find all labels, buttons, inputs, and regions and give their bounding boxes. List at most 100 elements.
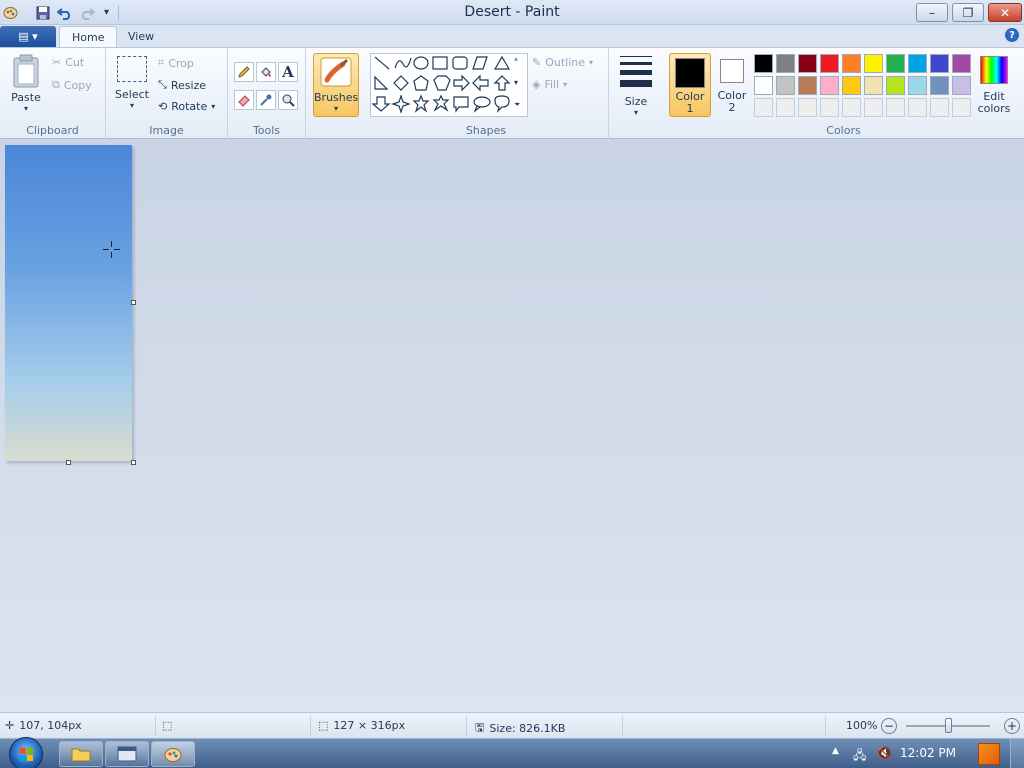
tools-group-label: Tools <box>252 124 281 137</box>
status-separator <box>622 716 623 736</box>
paste-icon <box>13 54 39 88</box>
color-swatch[interactable] <box>776 54 795 73</box>
image-group: Select ▾ ⌗ Crop ⤡ Resize ⟲ Rotate ▾ Imag… <box>106 48 228 140</box>
color-swatch[interactable] <box>952 76 971 95</box>
color-swatch[interactable] <box>864 54 883 73</box>
size-button[interactable]: Size ▾ <box>617 56 655 117</box>
color-swatch[interactable] <box>908 54 927 73</box>
outline-label: Outline <box>545 56 586 69</box>
color-swatch[interactable] <box>842 98 861 117</box>
color-swatch[interactable] <box>886 98 905 117</box>
tray-app-icon[interactable] <box>978 743 1000 765</box>
brushes-label: Brushes <box>314 91 359 104</box>
color-swatch[interactable] <box>798 54 817 73</box>
tab-view[interactable]: View <box>116 26 166 47</box>
color-swatch[interactable] <box>754 76 773 95</box>
color-swatch[interactable] <box>842 54 861 73</box>
resize-handle-bottom[interactable] <box>66 460 71 465</box>
color-swatch[interactable] <box>798 98 817 117</box>
rotate-dropdown-icon: ▾ <box>211 102 216 111</box>
ribbon-tab-row: ▤ ▾ Home View ? <box>0 25 1024 47</box>
color-swatch[interactable] <box>776 98 795 117</box>
restore-button[interactable]: ❐ <box>952 3 984 22</box>
color-swatch[interactable] <box>842 76 861 95</box>
volume-muted-icon[interactable]: 🔇 <box>877 746 892 760</box>
color-swatch[interactable] <box>820 76 839 95</box>
color-swatch[interactable] <box>820 54 839 73</box>
rotate-button[interactable]: ⟲ Rotate ▾ <box>158 100 215 113</box>
outline-button: ✎ Outline ▾ <box>532 56 593 69</box>
size-group: Size ▾ <box>609 48 663 140</box>
color-swatch[interactable] <box>886 54 905 73</box>
color-swatch[interactable] <box>820 98 839 117</box>
image-canvas[interactable] <box>5 145 132 461</box>
color-swatch[interactable] <box>864 76 883 95</box>
color-swatch[interactable] <box>754 54 773 73</box>
paste-dropdown-icon[interactable]: ▾ <box>6 104 46 113</box>
color-picker-icon[interactable] <box>256 90 276 110</box>
size-dropdown-icon: ▾ <box>633 108 638 117</box>
color-swatch[interactable] <box>864 98 883 117</box>
brush-icon <box>320 57 352 87</box>
shapes-expand-icon[interactable]: ⏷ <box>514 100 520 110</box>
minimize-button[interactable]: – <box>916 3 948 22</box>
taskbar-paint-button[interactable] <box>151 741 195 767</box>
selection-size: ⬚ <box>162 719 172 732</box>
select-button[interactable]: Select ▾ <box>114 56 150 110</box>
color-swatch[interactable] <box>952 98 971 117</box>
color-swatch[interactable] <box>754 98 773 117</box>
status-bar: ✛ 107, 104px ⬚ ⬚ 127 × 316px 🖫 Size: 826… <box>0 712 1024 738</box>
select-icon <box>117 56 147 82</box>
paint-menu-button[interactable]: ▤ ▾ <box>0 26 56 47</box>
tray-expand-icon[interactable]: ▲ <box>832 746 839 756</box>
cut-label: Cut <box>65 56 85 69</box>
color-swatch[interactable] <box>908 76 927 95</box>
brushes-button[interactable]: Brushes ▾ <box>313 53 359 117</box>
scissors-icon: ✂ <box>52 56 62 69</box>
shapes-scroll-down-icon[interactable]: ▾ <box>514 78 518 87</box>
shapes-grid <box>371 55 511 114</box>
taskbar-explorer-button[interactable] <box>59 741 103 767</box>
colors-group-label: Colors <box>826 124 861 137</box>
shapes-scroll-up-icon[interactable]: ▴ <box>514 54 518 63</box>
color-swatch[interactable] <box>776 76 795 95</box>
magnifier-icon[interactable] <box>278 90 298 110</box>
close-button[interactable]: ✕ <box>988 3 1022 22</box>
color2-button[interactable]: Color 2 <box>713 53 751 117</box>
pencil-icon[interactable] <box>234 62 254 82</box>
resize-handle-right[interactable] <box>131 300 136 305</box>
taskbar-window-button[interactable] <box>105 741 149 767</box>
taskbar-clock[interactable]: 12:02 PM <box>900 746 956 760</box>
start-button[interactable] <box>9 737 43 768</box>
paint-app-icon <box>164 748 182 762</box>
color-swatch[interactable] <box>930 54 949 73</box>
show-desktop-button[interactable] <box>1010 739 1024 768</box>
color-swatch[interactable] <box>952 54 971 73</box>
zoom-out-button[interactable]: − <box>881 718 897 734</box>
fill-button: ◈ Fill ▾ <box>532 78 567 91</box>
color1-button[interactable]: Color 1 <box>669 53 711 117</box>
canvas-workspace[interactable] <box>0 139 1024 712</box>
zoom-slider-thumb[interactable] <box>945 718 952 733</box>
network-icon[interactable]: 🖧 <box>853 746 866 767</box>
color-swatch[interactable] <box>886 76 905 95</box>
color-swatch[interactable] <box>798 76 817 95</box>
resize-button[interactable]: ⤡ Resize <box>158 78 206 92</box>
resize-icon: ⤡ <box>158 78 167 91</box>
windows-logo-icon <box>20 748 33 761</box>
eraser-icon[interactable] <box>234 90 254 110</box>
tab-home[interactable]: Home <box>59 26 118 47</box>
fill-icon[interactable] <box>256 62 276 82</box>
edit-colors-button[interactable]: Edit colors <box>976 56 1012 115</box>
paste-button[interactable]: Paste ▾ <box>6 54 46 113</box>
zoom-in-button[interactable]: + <box>1004 718 1020 734</box>
color1-swatch <box>675 58 705 88</box>
text-icon[interactable]: A <box>278 62 298 82</box>
color-swatch[interactable] <box>930 98 949 117</box>
resize-label: Resize <box>170 78 207 92</box>
color-swatch[interactable] <box>908 98 927 117</box>
resize-handle-corner[interactable] <box>131 460 136 465</box>
help-icon[interactable]: ? <box>1005 28 1019 42</box>
select-dropdown-icon[interactable]: ▾ <box>114 101 150 110</box>
color-swatch[interactable] <box>930 76 949 95</box>
